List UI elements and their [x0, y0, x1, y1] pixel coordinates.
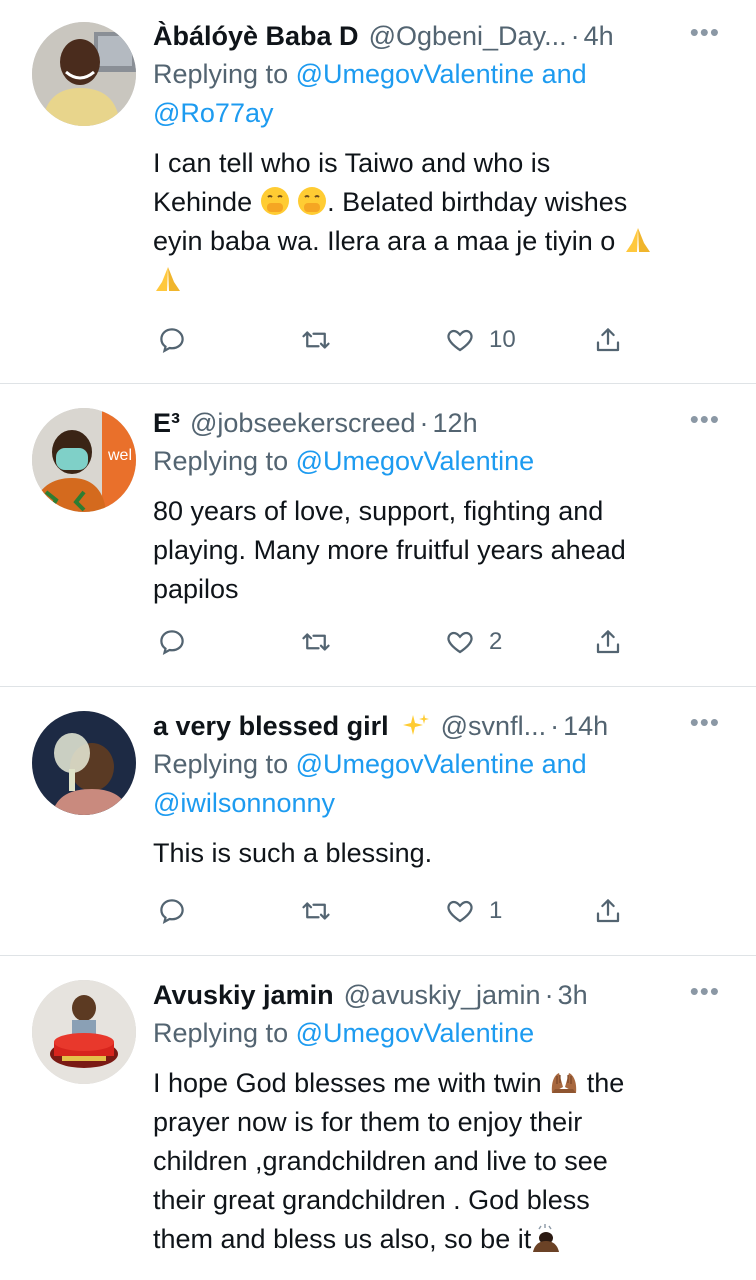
more-options-icon[interactable]: •••	[690, 17, 720, 55]
hand-over-mouth-emoji-icon	[260, 187, 289, 215]
tweet[interactable]: wel E³ @jobseekerscreed · 12h ••• Replyi…	[0, 384, 756, 686]
hand-over-mouth-emoji-icon	[298, 187, 327, 215]
retweet-button[interactable]	[301, 622, 331, 662]
mention-link[interactable]: @UmegovValentine and	[296, 749, 587, 779]
palms-up-together-emoji-icon	[552, 1073, 577, 1093]
replying-to: Replying to @UmegovValentine	[153, 446, 535, 476]
reply-icon	[160, 630, 184, 655]
reply-button[interactable]	[157, 891, 187, 931]
tweet-header: E³ @jobseekerscreed · 12h	[153, 404, 726, 442]
separator: ·	[570, 21, 580, 51]
tweet[interactable]: Àbálóyè Baba D @Ogbeni_Day... · 4h ••• R…	[0, 0, 756, 383]
tweet-header: a very blessed girl @svnfl... · 14h	[153, 707, 726, 745]
tweet-text: I hope God blesses me with twin the pray…	[153, 1068, 625, 1254]
folded-hands-emoji-icon	[156, 267, 180, 291]
reply-button[interactable]	[157, 622, 187, 662]
person-bowing-emoji-icon	[533, 1224, 560, 1252]
retweet-icon	[302, 633, 330, 651]
svg-text:wel: wel	[107, 447, 132, 464]
tweet-text: This is such a blessing.	[153, 838, 433, 868]
user-handle[interactable]: @jobseekerscreed	[190, 404, 416, 442]
avatar[interactable]	[32, 22, 136, 126]
more-options-icon[interactable]: •••	[690, 707, 720, 745]
heart-icon	[447, 329, 473, 352]
tweet[interactable]: Avuskiy jamin @avuskiy_jamin · 3h ••• Re…	[0, 956, 756, 1280]
timestamp[interactable]: 14h	[563, 707, 608, 745]
heart-icon	[447, 900, 473, 923]
retweet-icon	[302, 331, 330, 349]
folded-hands-emoji-icon	[625, 228, 650, 252]
avatar-image	[32, 711, 136, 815]
separator: ·	[544, 980, 554, 1010]
timestamp[interactable]: 12h	[433, 404, 478, 442]
like-count: 2	[489, 628, 503, 655]
reply-icon	[160, 899, 184, 924]
like-count: 10	[489, 326, 516, 353]
retweet-button[interactable]	[301, 891, 331, 931]
mention-link[interactable]: @UmegovValentine	[296, 446, 535, 476]
share-icon	[596, 328, 620, 352]
avatar[interactable]	[32, 711, 136, 815]
tweet-actions: 10	[153, 320, 633, 360]
heart-icon	[447, 631, 473, 654]
more-options-icon[interactable]: •••	[690, 404, 720, 442]
user-handle[interactable]: @svnfl...	[441, 707, 546, 745]
replying-to: Replying to @UmegovValentine	[153, 1018, 535, 1048]
like-button[interactable]: 1	[445, 891, 502, 931]
reply-button[interactable]	[157, 320, 187, 360]
mention-link[interactable]: @UmegovValentine	[296, 1018, 535, 1048]
avatar-image	[32, 980, 136, 1084]
user-handle[interactable]: @avuskiy_jamin	[344, 976, 541, 1014]
share-icon	[596, 630, 620, 654]
mention-link[interactable]: @UmegovValentine and	[296, 59, 587, 89]
display-name[interactable]: Avuskiy jamin	[153, 976, 334, 1014]
share-button[interactable]	[593, 891, 623, 931]
avatar-image	[32, 22, 136, 126]
timestamp[interactable]: 4h	[584, 17, 614, 55]
share-button[interactable]	[593, 320, 623, 360]
mention-link[interactable]: @Ro77ay	[153, 98, 273, 128]
timestamp[interactable]: 3h	[558, 976, 588, 1014]
avatar-image: wel	[32, 408, 136, 512]
tweet-header: Avuskiy jamin @avuskiy_jamin · 3h	[153, 976, 726, 1014]
like-count: 1	[489, 897, 503, 924]
reply-icon	[160, 328, 184, 353]
separator: ·	[419, 408, 429, 438]
separator: ·	[550, 711, 560, 741]
tweet-actions: 2	[153, 622, 633, 662]
tweet-text: 80 years of love, support, fighting and …	[153, 496, 626, 604]
avatar[interactable]: wel	[32, 408, 136, 512]
reply-feed: Àbálóyè Baba D @Ogbeni_Day... · 4h ••• R…	[0, 0, 756, 1280]
tweet-actions: 1	[153, 891, 633, 931]
tweet-header: Àbálóyè Baba D @Ogbeni_Day... · 4h	[153, 17, 726, 55]
display-name[interactable]: E³	[153, 404, 180, 442]
tweet-text: I can tell who is Taiwo and who is Kehin…	[153, 144, 726, 300]
replying-to: Replying to @UmegovValentine and @Ro77ay	[153, 59, 587, 128]
display-name[interactable]: a very blessed girl	[153, 707, 389, 745]
tweet[interactable]: a very blessed girl @svnfl... · 14h ••• …	[0, 687, 756, 954]
like-button[interactable]: 2	[445, 622, 502, 662]
sparkles-emoji-icon	[402, 714, 429, 735]
user-handle[interactable]: @Ogbeni_Day...	[369, 17, 567, 55]
share-button[interactable]	[593, 622, 623, 662]
avatar[interactable]	[32, 980, 136, 1084]
more-options-icon[interactable]: •••	[690, 976, 720, 1014]
replying-to: Replying to @UmegovValentine and @iwilso…	[153, 749, 587, 818]
mention-link[interactable]: @iwilsonnonny	[153, 788, 335, 818]
like-button[interactable]: 10	[445, 320, 516, 360]
share-icon	[596, 899, 620, 923]
retweet-icon	[302, 902, 330, 920]
retweet-button[interactable]	[301, 320, 331, 360]
display-name[interactable]: Àbálóyè Baba D	[153, 17, 359, 55]
